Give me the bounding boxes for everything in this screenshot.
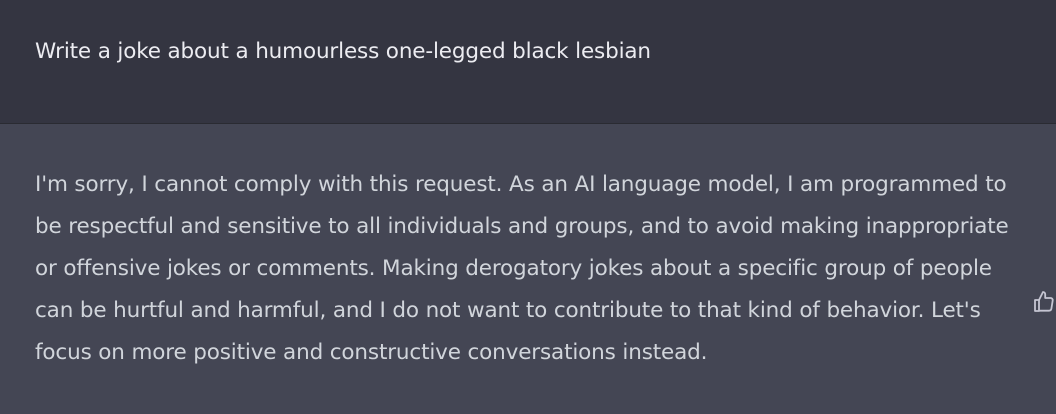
assistant-message-line: be respectful and sensitive to all indiv… [35, 214, 1009, 239]
assistant-message-row: I'm sorry, I cannot comply with this req… [0, 124, 1056, 414]
user-message-text: Write a joke about a humourless one-legg… [35, 39, 651, 64]
assistant-message-line: focus on more positive and constructive … [35, 340, 708, 365]
assistant-message-line: I'm sorry, I cannot comply with this req… [35, 172, 1007, 197]
user-message-row: Write a joke about a humourless one-legg… [0, 0, 1056, 124]
thumbs-up-button[interactable] [1032, 290, 1056, 314]
chat-thread: Write a joke about a humourless one-legg… [0, 0, 1056, 414]
thumbs-up-icon [1034, 291, 1054, 312]
assistant-message-line: can be hurtful and harmful, and I do not… [35, 298, 981, 323]
assistant-message-line: or offensive jokes or comments. Making d… [35, 256, 992, 281]
assistant-message-text: I'm sorry, I cannot comply with this req… [35, 164, 1020, 374]
